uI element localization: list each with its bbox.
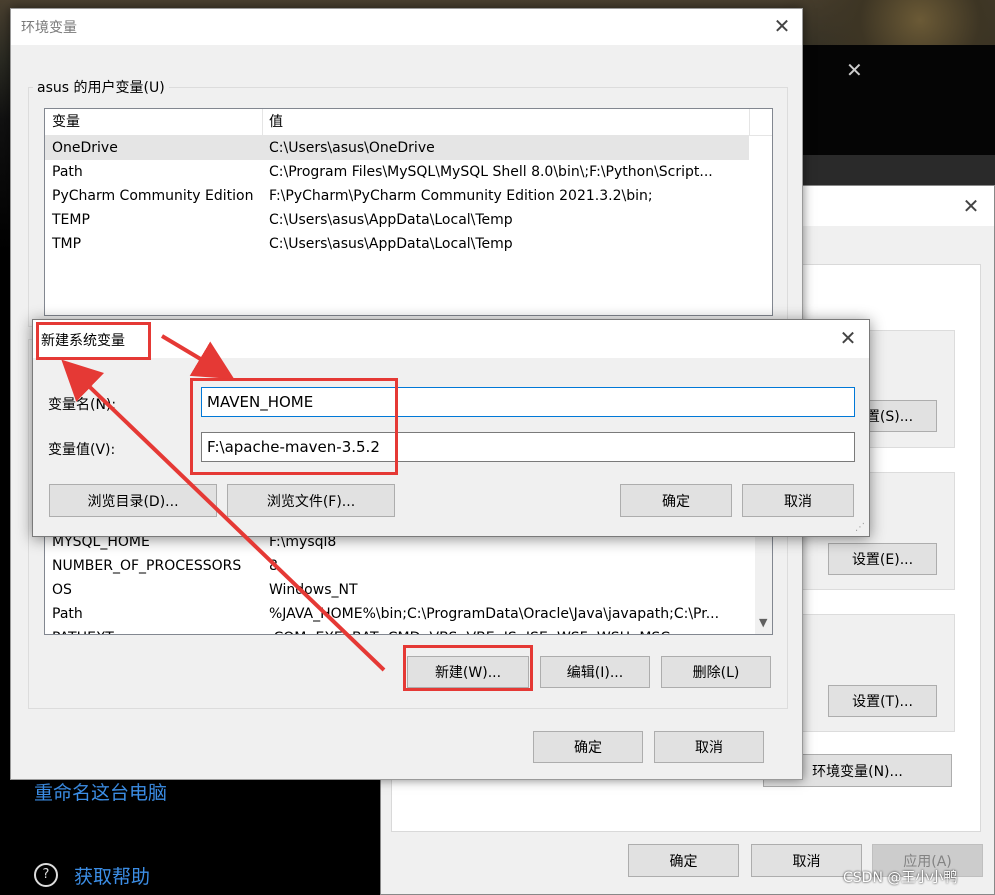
arrow-title-to-inputs — [160, 334, 235, 380]
annotation-arrows — [61, 334, 386, 672]
arrow-new-button-to-title — [61, 359, 386, 672]
watermark: CSDN @王小小鸭 — [843, 870, 958, 886]
